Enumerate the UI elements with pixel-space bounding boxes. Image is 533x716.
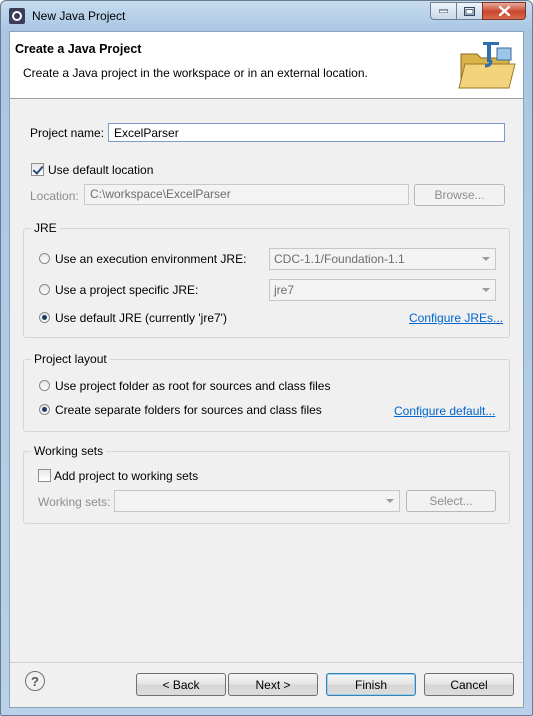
chevron-down-icon: [482, 257, 490, 261]
layout-root-label: Use project folder as root for sources a…: [55, 379, 331, 393]
cancel-button[interactable]: Cancel: [424, 673, 514, 696]
dialog-client-area: Create a Java Project Create a Java proj…: [9, 31, 524, 708]
project-layout-group: [23, 359, 510, 432]
layout-separate-label: Create separate folders for sources and …: [55, 403, 322, 417]
window-title: New Java Project: [32, 9, 126, 23]
location-input[interactable]: C:\workspace\ExcelParser: [84, 184, 409, 205]
footer-separator: [10, 662, 523, 663]
use-default-location-checkbox[interactable]: [31, 163, 44, 176]
configure-jres-link[interactable]: Configure JREs...: [409, 311, 503, 325]
minimize-icon: [439, 9, 448, 13]
jre-group-label: JRE: [31, 221, 60, 235]
back-button[interactable]: < Back: [136, 673, 226, 696]
working-sets-combo[interactable]: [114, 490, 400, 512]
add-to-working-sets-checkbox[interactable]: [38, 469, 51, 482]
minimize-button[interactable]: [430, 2, 457, 20]
eclipse-icon: [9, 8, 25, 24]
jre-specific-radio[interactable]: [39, 284, 50, 295]
layout-separate-radio[interactable]: [39, 404, 50, 415]
java-project-folder-icon: [458, 42, 516, 89]
jre-default-radio[interactable]: [39, 312, 50, 323]
wizard-header: Create a Java Project Create a Java proj…: [10, 32, 523, 99]
working-sets-label: Working sets:: [38, 495, 111, 509]
configure-default-link[interactable]: Configure default...: [394, 404, 495, 418]
page-description: Create a Java project in the workspace o…: [23, 66, 368, 80]
jre-specific-combo[interactable]: jre7: [269, 279, 496, 301]
select-working-sets-button[interactable]: Select...: [406, 490, 496, 512]
layout-root-radio[interactable]: [39, 380, 50, 391]
browse-button[interactable]: Browse...: [414, 184, 505, 206]
dialog-window: New Java Project Create a Java Project C…: [0, 0, 533, 716]
finish-button[interactable]: Finish: [326, 673, 416, 696]
project-name-label: Project name:: [30, 126, 105, 140]
help-icon[interactable]: ?: [25, 671, 45, 691]
jre-env-value: CDC-1.1/Foundation-1.1: [274, 252, 405, 266]
jre-default-label: Use default JRE (currently 'jre7'): [55, 311, 227, 325]
project-name-input[interactable]: ExcelParser: [108, 123, 505, 142]
working-sets-group-label: Working sets: [31, 444, 107, 458]
title-bar[interactable]: New Java Project: [1, 1, 532, 31]
maximize-button[interactable]: [456, 2, 483, 20]
location-label: Location:: [30, 189, 79, 203]
close-button[interactable]: [482, 2, 526, 20]
use-default-location-label: Use default location: [48, 163, 154, 177]
chevron-down-icon: [386, 499, 394, 503]
close-icon: [498, 6, 510, 16]
chevron-down-icon: [482, 288, 490, 292]
jre-env-label: Use an execution environment JRE:: [55, 252, 247, 266]
jre-env-combo[interactable]: CDC-1.1/Foundation-1.1: [269, 248, 496, 270]
page-title: Create a Java Project: [15, 42, 142, 56]
jre-specific-label: Use a project specific JRE:: [55, 283, 199, 297]
jre-env-radio[interactable]: [39, 253, 50, 264]
maximize-icon: [464, 6, 475, 16]
working-sets-group: [23, 451, 510, 524]
jre-specific-value: jre7: [274, 283, 295, 297]
project-layout-group-label: Project layout: [31, 352, 110, 366]
next-button[interactable]: Next >: [228, 673, 318, 696]
window-controls: [430, 2, 526, 20]
add-to-working-sets-label: Add project to working sets: [54, 469, 199, 483]
